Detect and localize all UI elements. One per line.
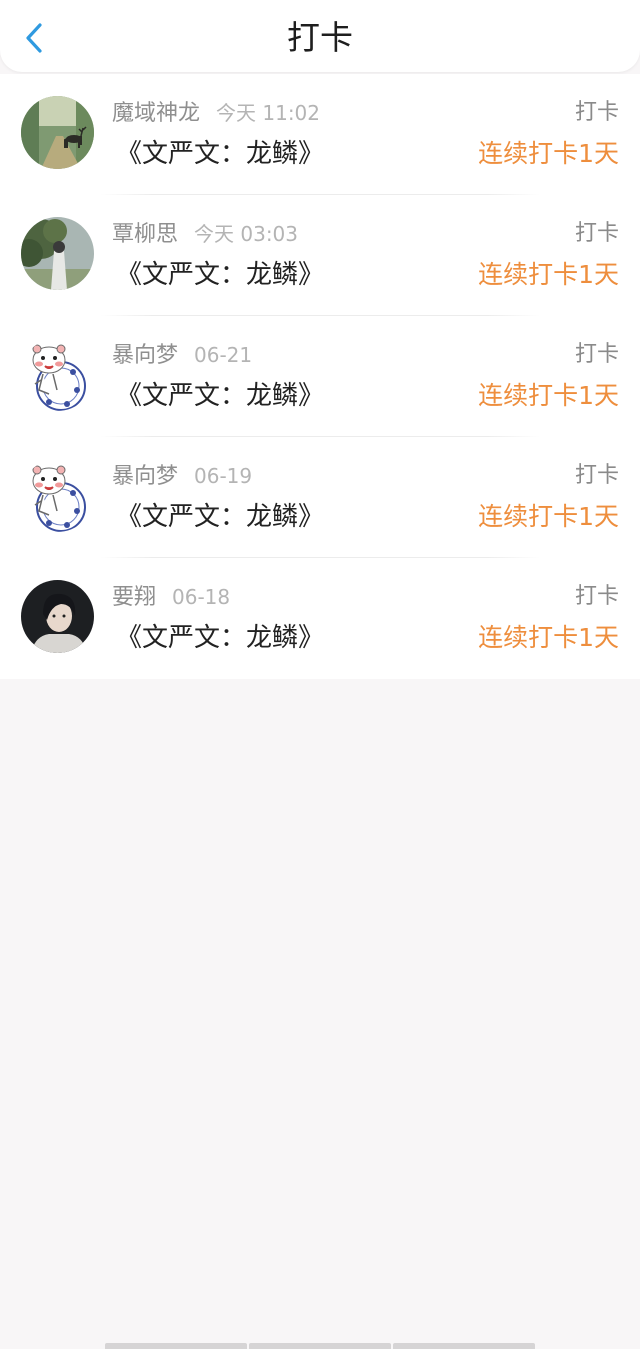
- checkin-time: 今天 03:03: [194, 222, 299, 246]
- person-tree-avatar[interactable]: [21, 217, 94, 290]
- home-indicator[interactable]: [105, 1343, 535, 1349]
- book-title: 《文严文：龙鳞》: [116, 260, 325, 290]
- user-name: 暴向梦 06-21: [112, 343, 253, 368]
- checkin-type: 打卡: [574, 463, 619, 488]
- list-item[interactable]: 暴向梦 06-19 《文严文：龙鳞》 打卡 连续打卡1天: [0, 437, 640, 558]
- book-title: 《文严文：龙鳞》: [116, 502, 325, 532]
- user-name: 覃柳思 今天 03:03: [112, 222, 299, 247]
- checkin-list: 魔域神龙 今天 11:02 《文严文：龙鳞》 打卡 连续打卡1天 覃柳思 今天 03…: [0, 74, 640, 679]
- list-item[interactable]: 要翔 06-18 《文严文：龙鳞》 打卡 连续打卡1天: [0, 558, 640, 679]
- checkin-type: 打卡: [574, 342, 619, 367]
- cartoon-tiger-avatar[interactable]: [21, 338, 94, 411]
- deer-forest-avatar[interactable]: [21, 96, 94, 169]
- cartoon-tiger-avatar[interactable]: [21, 459, 94, 532]
- book-title: 《文严文：龙鳞》: [116, 623, 325, 653]
- book-title: 《文严文：龙鳞》: [116, 381, 325, 411]
- user-name: 暴向梦 06-19: [112, 464, 253, 489]
- checkin-type: 打卡: [574, 584, 619, 609]
- book-title: 《文严文：龙鳞》: [116, 139, 325, 169]
- top-bar: 打卡: [0, 0, 640, 72]
- portrait-avatar[interactable]: [21, 580, 94, 653]
- streak-label: 连续打卡1天: [478, 139, 619, 168]
- list-item[interactable]: 暴向梦 06-21 《文严文：龙鳞》 打卡 连续打卡1天: [0, 316, 640, 437]
- streak-label: 连续打卡1天: [478, 502, 619, 531]
- list-item[interactable]: 覃柳思 今天 03:03 《文严文：龙鳞》 打卡 连续打卡1天: [0, 195, 640, 316]
- checkin-time: 今天 11:02: [216, 101, 321, 125]
- checkin-time: 06-18: [172, 585, 231, 609]
- checkin-time: 06-19: [194, 464, 253, 488]
- streak-label: 连续打卡1天: [478, 381, 619, 410]
- user-name: 魔域神龙 今天 11:02: [112, 101, 321, 126]
- streak-label: 连续打卡1天: [478, 260, 619, 289]
- checkin-type: 打卡: [574, 221, 619, 246]
- page-title: 打卡: [287, 18, 353, 57]
- streak-label: 连续打卡1天: [478, 623, 619, 652]
- list-item[interactable]: 魔域神龙 今天 11:02 《文严文：龙鳞》 打卡 连续打卡1天: [0, 74, 640, 195]
- checkin-type: 打卡: [574, 100, 619, 125]
- checkin-time: 06-21: [194, 343, 253, 367]
- user-name: 要翔 06-18: [112, 585, 231, 610]
